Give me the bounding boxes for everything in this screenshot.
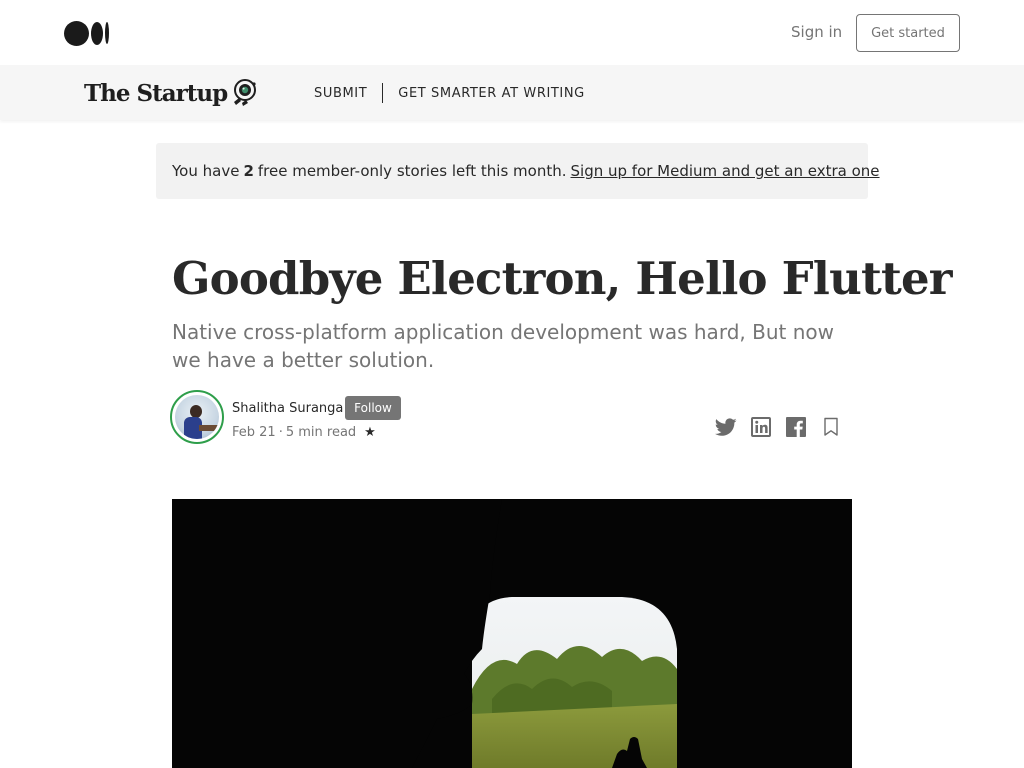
sign-in-link[interactable]: Sign in: [791, 23, 842, 41]
article-title: Goodbye Electron, Hello Flutter: [172, 252, 953, 305]
follow-button[interactable]: Follow: [345, 396, 401, 420]
banner-count: 2: [243, 162, 254, 180]
publication-nav: SUBMIT GET SMARTER AT WRITING: [314, 83, 585, 103]
member-only-star-icon: ★: [364, 425, 376, 440]
share-icons: [715, 416, 842, 438]
publish-date[interactable]: Feb 21: [232, 425, 276, 440]
bookmark-icon[interactable]: [820, 416, 842, 438]
nav-submit[interactable]: SUBMIT: [314, 86, 367, 101]
article-meta: Feb 21 · 5 min read ★: [232, 425, 376, 440]
publication-logo[interactable]: The Startup: [84, 75, 261, 111]
author-photo: [175, 395, 219, 439]
banner-text-before: You have: [172, 162, 240, 180]
camera-lens-icon: [231, 78, 261, 108]
avatar[interactable]: [170, 390, 224, 444]
author-row: Shalitha Suranga Follow Feb 21 · 5 min r…: [170, 390, 860, 448]
top-header: Sign in Get started: [0, 0, 1024, 65]
get-started-button[interactable]: Get started: [856, 14, 960, 52]
read-time: 5 min read: [285, 425, 357, 440]
hero-image: [172, 499, 852, 768]
meta-separator: ·: [278, 425, 283, 440]
linkedin-icon[interactable]: [750, 416, 772, 438]
twitter-icon[interactable]: [715, 416, 737, 438]
medium-logo-icon[interactable]: [64, 20, 110, 46]
publication-name: The Startup: [84, 79, 228, 107]
signup-link[interactable]: Sign up for Medium and get an extra one: [571, 162, 880, 180]
facebook-icon[interactable]: [785, 416, 807, 438]
member-stories-banner: You have 2 free member-only stories left…: [156, 143, 880, 199]
author-name[interactable]: Shalitha Suranga: [232, 401, 343, 416]
article-subtitle: Native cross-platform application develo…: [172, 320, 834, 372]
publication-bar: The Startup SUBMIT GET SMARTER AT WRITIN…: [0, 65, 1024, 120]
banner-text-after: free member-only stories left this month…: [257, 162, 567, 180]
nav-get-smarter-at-writing[interactable]: GET SMARTER AT WRITING: [398, 86, 585, 101]
nav-divider: [382, 83, 384, 103]
